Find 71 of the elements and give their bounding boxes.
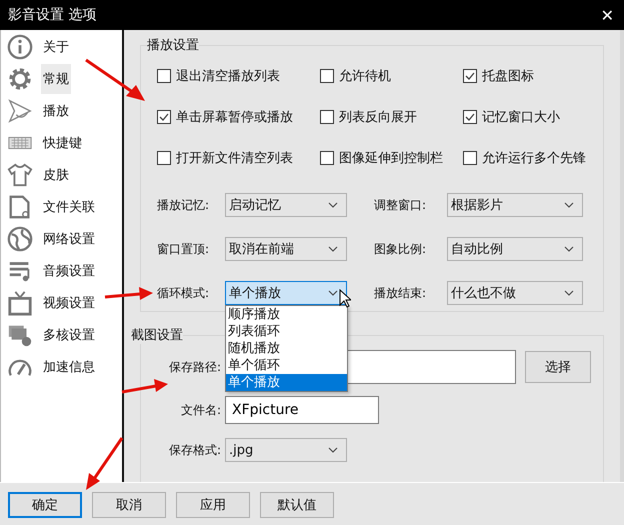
checkmark-icon [158, 111, 170, 123]
sidebar-item[interactable]: 常规 [41, 64, 71, 94]
field-label: 文件名: [180, 402, 221, 418]
sidebar-item[interactable]: 文件关联 [41, 192, 97, 222]
play-icon [7, 98, 33, 124]
field-label: 图象比例: [374, 240, 428, 258]
group-title: 播放设置 [147, 37, 199, 54]
dropdown[interactable]: 单个播放 [225, 281, 347, 305]
shirt-icon [7, 162, 33, 188]
annotation-arrow [86, 437, 124, 490]
close-button[interactable]: ✕ [596, 6, 618, 24]
sidebar-item[interactable]: 音频设置 [41, 256, 97, 286]
dropdown[interactable]: 自动比例 [447, 237, 583, 261]
dialog-button[interactable]: 默认值 [260, 492, 334, 518]
field-label: 播放结束: [374, 284, 428, 302]
checkmark-icon [464, 111, 476, 123]
checkbox[interactable]: 列表反向展开 [320, 109, 463, 125]
dropdown[interactable]: 根据影片 [447, 193, 583, 217]
tv-icon [7, 290, 33, 316]
checkbox[interactable]: 单击屏幕暂停或播放 [157, 109, 320, 125]
sidebar-item[interactable]: 播放 [41, 96, 71, 126]
annotation-arrow [122, 379, 168, 394]
group-title: 截图设置 [131, 327, 183, 344]
checkbox[interactable]: 允许运行多个先锋 [463, 150, 603, 166]
sidebar-item[interactable]: 网络设置 [41, 224, 97, 254]
checkbox[interactable]: 记忆窗口大小 [463, 109, 603, 125]
sidebar-item[interactable]: 加速信息 [41, 352, 97, 382]
dialog-button[interactable]: 确定 [8, 492, 82, 518]
chevron-down-icon [328, 202, 338, 208]
sidebar-item[interactable]: 视频设置 [41, 288, 97, 318]
field-label: 调整窗口: [374, 196, 428, 214]
checkmark-icon [464, 70, 476, 82]
dialog-button[interactable]: 应用 [176, 492, 250, 518]
window-title: 影音设置 选项 [8, 6, 96, 24]
chevron-down-icon [564, 246, 574, 252]
dropdown[interactable]: 启动记忆 [225, 193, 347, 217]
chevron-down-icon [328, 246, 338, 252]
dropdown[interactable]: 取消在前端 [225, 237, 347, 261]
annotation-arrow [85, 58, 145, 101]
chevron-down-icon [564, 202, 574, 208]
filename-field[interactable]: XFpicture [225, 396, 379, 424]
sidebar-item[interactable]: 多核设置 [41, 320, 97, 350]
checkbox[interactable]: 退出清空播放列表 [157, 68, 320, 84]
dropdown[interactable]: .jpg [225, 438, 347, 462]
sidebar-item[interactable]: 快捷键 [41, 128, 84, 158]
dropdown-option[interactable]: 顺序播放 [226, 306, 347, 323]
chevron-down-icon [328, 290, 338, 296]
gear-icon [7, 66, 33, 92]
dropdown-option[interactable]: 列表循环 [226, 323, 347, 340]
field-label: 保存格式: [168, 442, 221, 458]
checkbox[interactable]: 托盘图标 [463, 68, 603, 84]
field-label: 循环模式: [157, 284, 210, 302]
field-label: 播放记忆: [157, 196, 210, 214]
annotation-arrow [104, 287, 153, 300]
dropdown-option[interactable]: 单个循环 [226, 357, 347, 374]
field-label: 窗口置顶: [157, 240, 210, 258]
dropdown[interactable]: 什么也不做 [447, 281, 583, 305]
choose-button[interactable]: 选择 [525, 351, 591, 383]
globe-icon [7, 226, 33, 252]
checkbox[interactable]: 图像延伸到控制栏 [320, 150, 463, 166]
info-icon [7, 34, 33, 60]
field-label: 保存路径: [168, 358, 221, 376]
chevron-down-icon [564, 290, 574, 296]
dropdown-option[interactable]: 随机播放 [226, 340, 347, 357]
checkbox[interactable]: 打开新文件清空列表 [157, 150, 320, 166]
chevron-down-icon [328, 447, 338, 453]
dialog-button[interactable]: 取消 [92, 492, 166, 518]
sidebar-item[interactable]: 关于 [41, 32, 71, 62]
sidebar-item[interactable]: 皮肤 [41, 160, 71, 190]
checkbox[interactable]: 允许待机 [320, 68, 463, 84]
dropdown-option[interactable]: 单个播放 [226, 374, 347, 391]
